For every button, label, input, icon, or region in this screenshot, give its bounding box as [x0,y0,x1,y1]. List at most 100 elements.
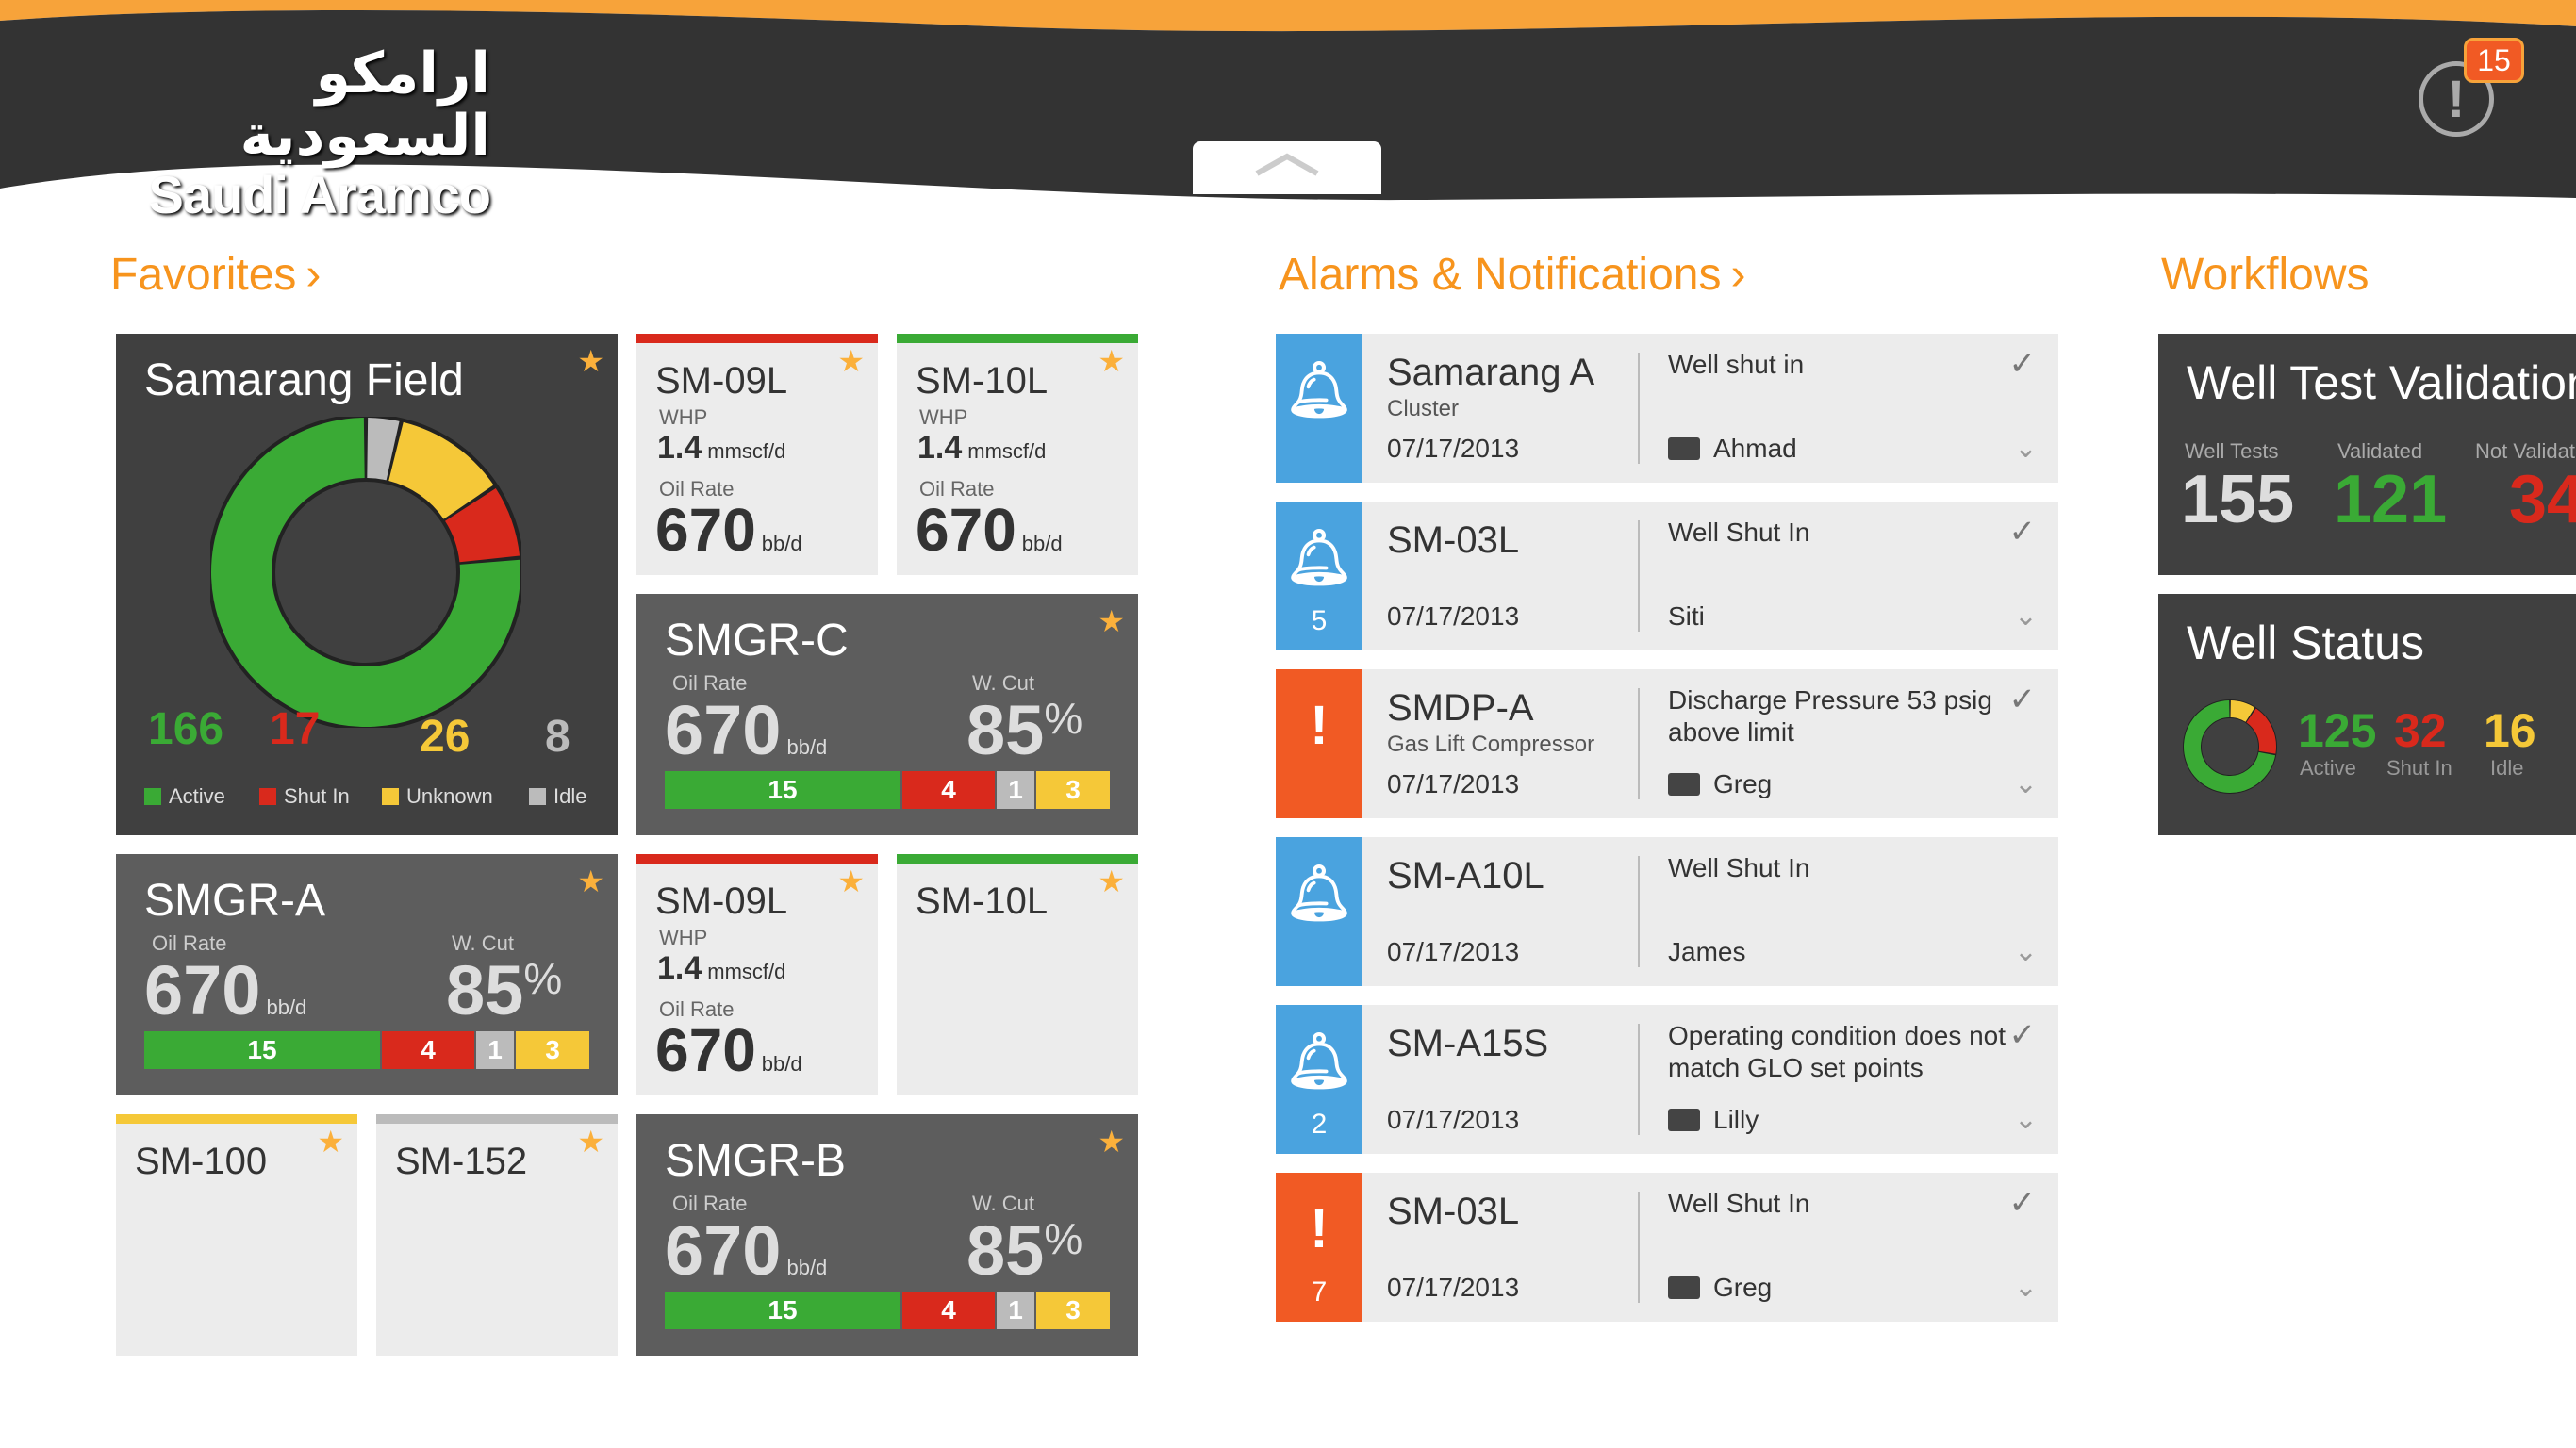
favorite-star-icon[interactable]: ★ [837,345,865,377]
expand-chevron-icon[interactable]: ⌄ [2014,434,2038,464]
comment-icon [1668,1109,1700,1131]
favorite-star-icon[interactable]: ★ [1098,865,1125,897]
acknowledge-check-icon[interactable]: ✓ [2009,683,2037,716]
workflow-tile-well-test-validation[interactable]: Well Test Validation Well Tests 155 Vali… [2158,334,2576,575]
unit: mmscf/d [707,960,786,983]
well-tile-sm152[interactable]: SM-152 ★ [376,1114,618,1356]
whp-label: WHP [659,926,708,949]
idle-slice [366,418,400,481]
alarm-message: Discharge Pressure 53 psig above limit [1668,685,1992,747]
alarm-message: Well Shut In [1668,853,1810,882]
chevron-up-icon [1255,153,1319,176]
favorite-star-icon[interactable]: ★ [1098,1126,1125,1158]
alarm-type-notification: 🔔︎ [1276,334,1362,483]
group-tile-smgrc[interactable]: SMGR-C ★ Oil Rate 670 bb/d W. Cut 85% 15 … [636,594,1138,835]
well-tile-sm09l[interactable]: SM-09L ★ WHP 1.4 mmscf/d Oil Rate 670 bb/d [636,334,878,575]
legend-label: Active [169,784,225,808]
divider [1638,688,1640,799]
expand-chevron-icon[interactable]: ⌄ [2014,1105,2038,1135]
alarm-card[interactable]: 🔔︎ Samarang A Cluster 07/17/2013 Well shut i… [1276,334,2058,483]
shutin-slice [444,488,520,564]
alarm-source: SMDP-A [1387,687,1534,729]
favorite-star-icon[interactable]: ★ [577,865,604,897]
oil-rate-number: 670 [655,1016,756,1084]
legend-active: Active [144,784,225,809]
favorite-star-icon[interactable]: ★ [1098,605,1125,637]
alarm-card[interactable]: 🔔︎ SM-A10L 07/17/2013 Well Shut In James ⌄ [1276,837,2058,986]
legend-swatch [259,788,276,805]
alarm-count: 5 [1311,605,1328,636]
expand-chevron-icon[interactable]: ⌄ [2014,937,2038,967]
favorite-star-icon[interactable]: ★ [317,1126,344,1158]
field-name: Samarang Field [144,355,464,405]
assignee-name: Ahmad [1713,434,1797,463]
comment-icon [1668,1276,1700,1299]
expand-chevron-icon[interactable]: ⌄ [2014,769,2038,799]
favorites-heading[interactable]: Favorites › [110,247,321,304]
well-tile-sm10l[interactable]: SM-10L ★ [897,854,1138,1095]
well-status-donut [2183,699,2277,794]
acknowledge-check-icon[interactable]: ✓ [2009,1018,2037,1052]
favorites-label: Favorites [110,250,297,300]
group-name: SMGR-B [665,1136,846,1186]
alarm-type-notification: 🔔︎ 5 [1276,502,1362,650]
alarm-type-alert: ! [1276,669,1362,818]
legend-swatch [144,788,161,805]
group-tile-smgrb[interactable]: SMGR-B ★ Oil Rate 670 bb/d W. Cut 85% 15 … [636,1114,1138,1356]
wcut-number: 85 [966,1211,1045,1290]
favorite-star-icon[interactable]: ★ [577,1126,604,1158]
bell-icon: 🔔︎ [1284,359,1354,420]
well-tile-sm10l[interactable]: SM-10L ★ WHP 1.4 mmscf/d Oil Rate 670 bb/d [897,334,1138,575]
validated-label: Validated [2337,439,2423,463]
alarm-message: Well shut in [1668,350,1805,379]
alarms-heading[interactable]: Alarms & Notifications › [1279,247,1745,304]
samarang-field-tile[interactable]: Samarang Field ★ 166 17 26 8 Active Shut… [116,334,618,835]
well-name: SM-09L [655,880,788,922]
alarm-message: Operating condition does not match GLO s… [1668,1021,2006,1082]
alarm-card[interactable]: 🔔︎ 2 SM-A15S 07/17/2013 Operating condition … [1276,1005,2058,1154]
favorite-star-icon[interactable]: ★ [1098,345,1125,377]
divider [1638,1024,1640,1135]
legend-shutin: Shut In [259,784,350,809]
acknowledge-check-icon[interactable]: ✓ [2009,1186,2037,1220]
group-name: SMGR-C [665,616,849,666]
favorite-star-icon[interactable]: ★ [837,865,865,897]
legend-idle: Idle [529,784,586,809]
saudi-aramco-logo: ارامكو السعودية Saudi Aramco [113,42,491,223]
workflow-tile-well-status[interactable]: Well Status 125 Active 32 Shut In 16 Idl… [2158,594,2576,835]
acknowledge-check-icon[interactable]: ✓ [2009,515,2037,549]
well-tile-sm100[interactable]: SM-100 ★ [116,1114,357,1356]
active-count: 166 [148,704,224,754]
alarm-card[interactable]: 🔔︎ 5 SM-03L 07/17/2013 Well Shut In Siti ✓ ⌄ [1276,502,2058,650]
acknowledge-check-icon[interactable]: ✓ [2009,347,2037,381]
well-tile-sm09l[interactable]: SM-09L ★ WHP 1.4 mmscf/d Oil Rate 670 bb/d [636,854,878,1095]
oil-rate-number: 670 [916,496,1016,564]
idle-count: 8 [545,712,570,762]
alarm-source: SM-A15S [1387,1023,1549,1064]
workflows-heading[interactable]: Workflows [2161,247,2369,304]
whp-value: 1.4 mmscf/d [657,432,785,464]
favorite-star-icon[interactable]: ★ [577,345,604,377]
oil-rate-number: 670 [144,951,261,1029]
well-tests-value: 155 [2181,462,2295,537]
expand-chevron-icon[interactable]: ⌄ [2014,1273,2038,1303]
legend-swatch [529,788,546,805]
collapse-header-tab[interactable] [1193,141,1381,194]
active-value: 125 [2298,704,2377,757]
alarm-card[interactable]: ! SMDP-A Gas Lift Compressor 07/17/2013 Disc… [1276,669,2058,818]
shutin-segment: 4 [382,1031,474,1069]
active-segment: 15 [665,1292,900,1329]
oil-rate-value: 670 bb/d [144,956,306,1026]
idle-segment: 1 [476,1031,514,1069]
idle-value: 16 [2484,704,2536,757]
expand-chevron-icon[interactable]: ⌄ [2014,601,2038,632]
alerts-count-badge: 15 [2464,38,2524,83]
unit: mmscf/d [707,439,786,463]
active-segment: 15 [665,771,900,809]
assignee-name: James [1668,937,1746,966]
wcut-number: 85 [966,691,1045,769]
well-name: SM-152 [395,1141,528,1182]
group-tile-smgra[interactable]: SMGR-A ★ Oil Rate 670 bb/d W. Cut 85% 15 … [116,854,618,1095]
alarm-card[interactable]: ! 7 SM-03L 07/17/2013 Well Shut In Greg ✓ ⌄ [1276,1173,2058,1322]
chevron-right-icon: › [1730,250,1746,300]
